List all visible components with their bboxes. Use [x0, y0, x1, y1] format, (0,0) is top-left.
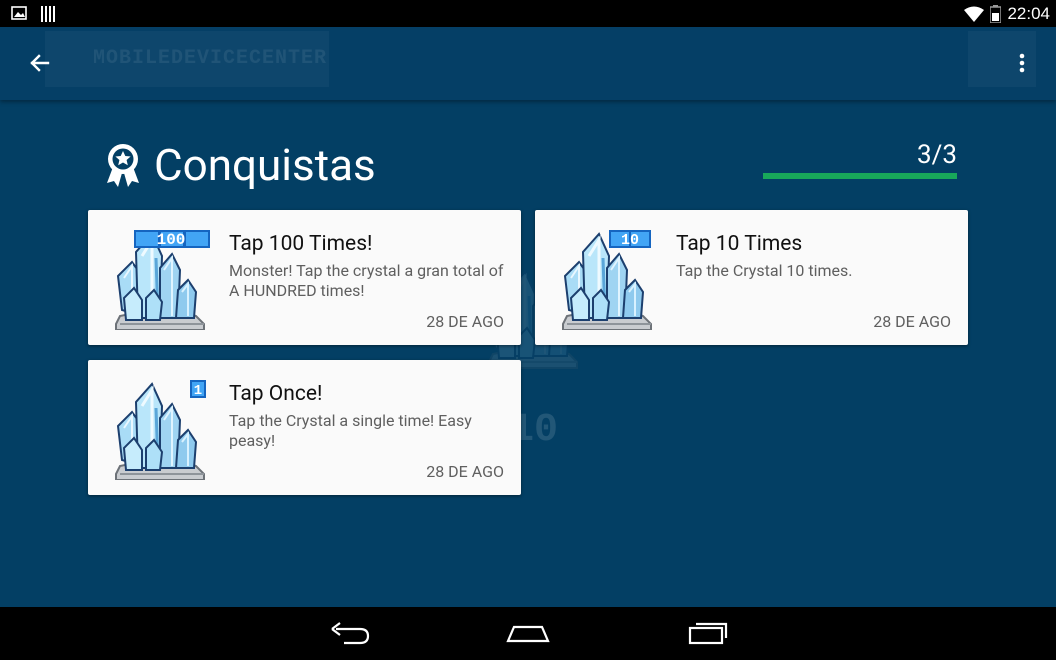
crystal-cluster-icon: 10: [561, 230, 653, 330]
achievement-card[interactable]: 100 Tap 100 Times! Monster! Tap the crys…: [88, 210, 521, 345]
wifi-icon: [964, 6, 985, 22]
battery-icon: [990, 5, 1002, 23]
badge-label: 10: [621, 232, 639, 249]
achievement-date: 28 DE AGO: [426, 462, 504, 481]
achievement-card[interactable]: 10 Tap 10 Times Tap the Crystal 10 times…: [535, 210, 968, 345]
crystal-cluster-icon: 1: [114, 380, 206, 480]
badge-label: 100: [157, 231, 186, 249]
badge-1: 1: [190, 380, 206, 399]
badge-label: 1: [194, 383, 202, 399]
progress-count: 3/3: [917, 140, 957, 170]
achievement-description: Tap the Crystal a single time! Easy peas…: [229, 411, 472, 450]
achievement-title: Tap 10 Times: [676, 232, 803, 256]
barcode-notification-icon: [41, 6, 55, 22]
system-nav-bar: [0, 607, 1056, 660]
back-nav-icon: [331, 622, 370, 645]
achievement-description: Monster! Tap the crystal a gran total of…: [229, 261, 504, 300]
page-title: Conquistas: [154, 139, 376, 191]
achievement-title: Tap 100 Times!: [229, 232, 373, 256]
nav-back-button[interactable]: [326, 619, 374, 647]
progress-bar-track: [763, 173, 957, 179]
achievement-description: Tap the Crystal 10 times.: [676, 261, 853, 280]
award-ribbon-icon: [107, 144, 139, 187]
progress-bar-fill: [763, 173, 957, 179]
image-notification-icon: [11, 6, 27, 20]
status-bar: 22:04: [0, 0, 1056, 27]
back-button[interactable]: [24, 47, 56, 79]
arrow-back-icon: [30, 54, 50, 72]
badge-10: 10: [609, 230, 651, 249]
achievement-title: Tap Once!: [229, 382, 323, 406]
app-bar: MOBILEDEVICECENTER: [0, 27, 1056, 100]
recents-nav-icon: [688, 622, 728, 645]
achievements-screen: 10 Conquistas 3/3 100 Tap 100 Times! Mon…: [0, 100, 1056, 607]
achievement-date: 28 DE AGO: [426, 312, 504, 331]
nav-recents-button[interactable]: [684, 619, 732, 647]
crystal-cluster-icon: 100: [114, 230, 210, 330]
badge-100: 100: [134, 230, 210, 249]
achievement-card[interactable]: 1 Tap Once! Tap the Crystal a single tim…: [88, 360, 521, 495]
page-header: Conquistas: [104, 140, 376, 190]
status-clock: 22:04: [1007, 4, 1050, 23]
achievement-progress: 3/3: [763, 140, 957, 180]
home-nav-icon: [506, 625, 550, 643]
nav-home-button[interactable]: [504, 619, 552, 647]
overflow-menu-button[interactable]: [1006, 47, 1038, 79]
more-vert-icon: [1019, 53, 1025, 73]
ad-banner: MOBILEDEVICECENTER: [45, 31, 329, 87]
achievement-date: 28 DE AGO: [873, 312, 951, 331]
